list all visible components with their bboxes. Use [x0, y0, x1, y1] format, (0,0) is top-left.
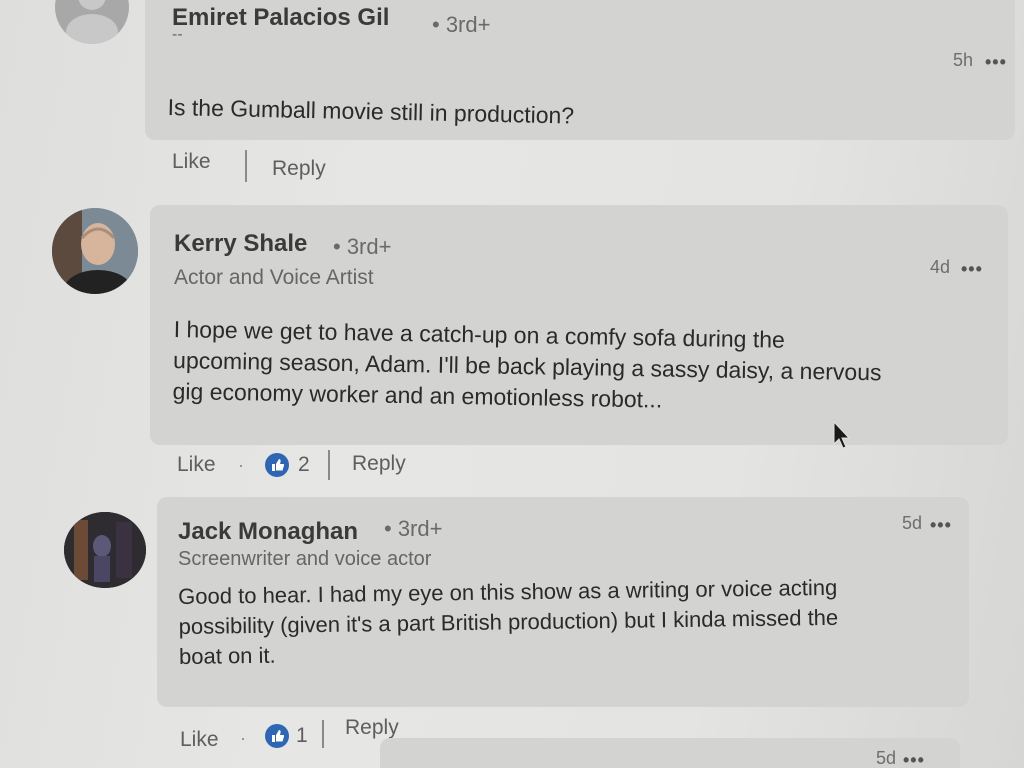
profile-photo: [52, 208, 138, 294]
mouse-pointer-icon: [832, 420, 852, 455]
commenter-headline: Actor and Voice Artist: [174, 266, 374, 289]
comment-text: Good to hear. I had my eye on this show …: [178, 573, 839, 672]
like-button[interactable]: Like: [177, 453, 216, 477]
thumbs-up-icon[interactable]: [264, 452, 290, 483]
reaction-count[interactable]: 1: [296, 724, 308, 748]
more-options-icon[interactable]: •••: [903, 750, 925, 768]
reply-button[interactable]: Reply: [345, 716, 399, 740]
comment-timestamp: 5d: [902, 513, 923, 533]
reaction-count[interactable]: 2: [298, 453, 310, 477]
comment-timestamp: 5h: [953, 50, 974, 70]
comment-timestamp: 5d: [876, 748, 897, 768]
connection-degree: • 3rd+: [333, 234, 392, 259]
like-button[interactable]: Like: [180, 728, 219, 752]
default-avatar-icon: [66, 0, 118, 44]
action-separator: [328, 450, 330, 480]
avatar[interactable]: [52, 208, 138, 294]
thumbs-up-icon[interactable]: [264, 723, 290, 754]
comments-feed: Emiret Palacios Gil • 3rd+ -- 5h ••• Is …: [0, 0, 1024, 768]
connection-degree: • 3rd+: [432, 12, 491, 37]
more-options-icon[interactable]: •••: [961, 259, 983, 280]
like-button[interactable]: Like: [172, 150, 211, 174]
avatar[interactable]: [64, 512, 146, 588]
comment-timestamp: 4d: [930, 257, 951, 277]
action-separator: [245, 150, 247, 182]
commenter-name[interactable]: Emiret Palacios Gil: [172, 4, 389, 32]
more-options-icon[interactable]: •••: [930, 515, 952, 536]
commenter-headline: --: [172, 26, 183, 43]
more-options-icon[interactable]: •••: [985, 52, 1007, 73]
commenter-name[interactable]: Kerry Shale: [174, 230, 307, 258]
connection-degree: • 3rd+: [384, 516, 443, 541]
avatar[interactable]: [55, 0, 129, 44]
profile-photo: [64, 512, 146, 588]
comment-bubble: [380, 738, 960, 768]
comment-text: I hope we get to have a catch-up on a co…: [172, 314, 882, 419]
action-separator: [322, 720, 324, 748]
commenter-name[interactable]: Jack Monaghan: [178, 518, 358, 546]
reply-button[interactable]: Reply: [352, 452, 406, 476]
commenter-headline: Screenwriter and voice actor: [178, 548, 432, 570]
action-dot: ·: [238, 455, 244, 475]
action-dot: ·: [240, 728, 246, 748]
reply-button[interactable]: Reply: [272, 157, 326, 181]
